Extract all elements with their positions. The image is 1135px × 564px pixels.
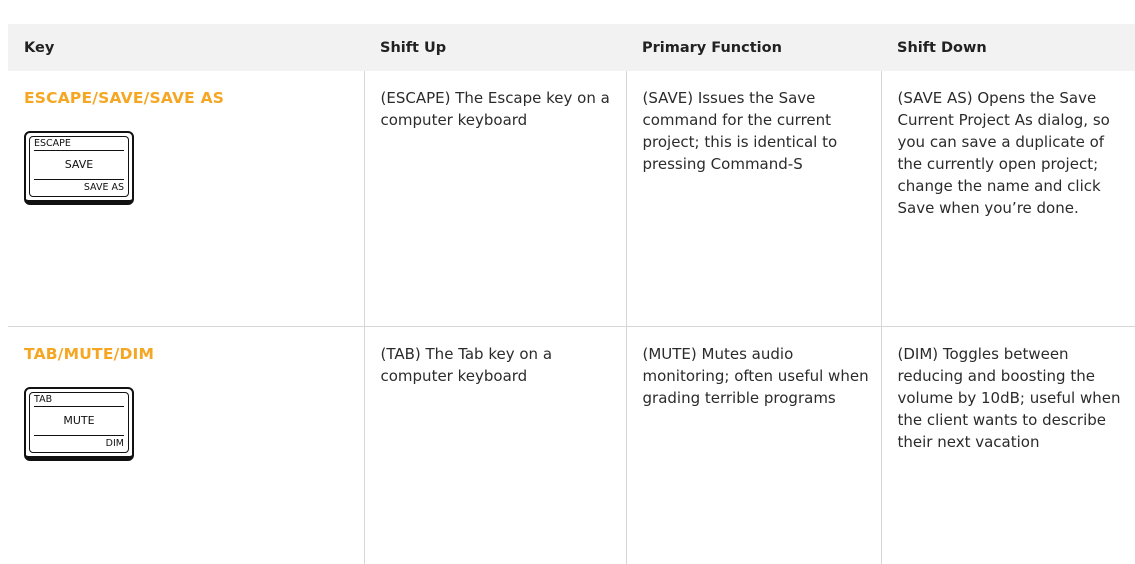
- top-strip: [0, 0, 1135, 24]
- table-header-row: Key Shift Up Primary Function Shift Down: [8, 24, 1135, 71]
- keycap-face: ESCAPE SAVE SAVE AS: [29, 136, 129, 197]
- key-cell: TAB/MUTE/DIM TAB MUTE DIM: [8, 326, 364, 564]
- table-row: TAB/MUTE/DIM TAB MUTE DIM (TAB) The Tab …: [8, 326, 1135, 564]
- keycap-top-label: TAB: [34, 393, 53, 405]
- keycap-divider: [34, 150, 124, 151]
- header-key: Key: [24, 39, 55, 56]
- shift-down-cell: (SAVE AS) Opens the Save Current Project…: [880, 71, 1135, 327]
- shift-up-cell: (TAB) The Tab key on a computer keyboard: [363, 326, 626, 564]
- keycap-bottom-label: SAVE AS: [83, 182, 124, 193]
- key-cell: ESCAPE/SAVE/SAVE AS ESCAPE SAVE SAVE AS: [8, 71, 364, 327]
- header-shift-up: Shift Up: [380, 39, 447, 56]
- keycap-divider: [34, 405, 124, 407]
- shift-down-cell: (DIM) Toggles between reducing and boost…: [880, 326, 1135, 564]
- key-functions-table: Key Shift Up Primary Function Shift Down…: [8, 24, 1135, 564]
- key-name: TAB/MUTE/DIM: [24, 344, 155, 363]
- keycap-icon: ESCAPE SAVE SAVE AS: [24, 131, 134, 205]
- keycap-middle-label: MUTE: [63, 413, 95, 427]
- keycap-middle-label: SAVE: [64, 158, 94, 171]
- header-shift-down: Shift Down: [897, 39, 987, 56]
- header-primary-function: Primary Function: [642, 39, 782, 56]
- table-row: ESCAPE/SAVE/SAVE AS ESCAPE SAVE SAVE AS …: [8, 71, 1135, 327]
- key-name: ESCAPE/SAVE/SAVE AS: [24, 89, 225, 107]
- keycap-icon: TAB MUTE DIM: [24, 386, 134, 461]
- shift-up-cell: (ESCAPE) The Escape key on a computer ke…: [363, 71, 626, 327]
- keycap-face: TAB MUTE DIM: [29, 391, 129, 453]
- primary-function-cell: (MUTE) Mutes audio monitoring; often use…: [625, 326, 881, 564]
- keycap-top-label: ESCAPE: [34, 138, 71, 149]
- primary-function-cell: (SAVE) Issues the Save command for the c…: [625, 71, 881, 327]
- keycap-divider: [34, 434, 124, 436]
- keycap-divider: [34, 179, 124, 180]
- keycap-bottom-label: DIM: [105, 437, 124, 449]
